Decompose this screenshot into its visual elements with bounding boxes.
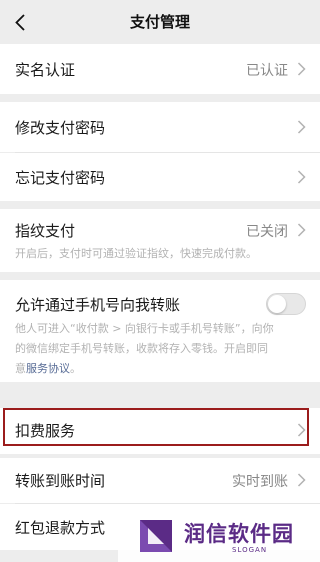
description-line: 他人可进入“收付款 > 向银行卡或手机号转账”，向你	[15, 322, 274, 335]
nav-bar: 支付管理	[0, 0, 320, 44]
chevron-right-icon	[297, 120, 306, 134]
description-prefix: 意	[15, 362, 26, 375]
fingerprint-cell[interactable]: 指纹支付 已关闭 开启后，支付时可通过验证指纹，快速完成付款。	[0, 209, 320, 272]
description-line: 的微信绑定手机号转账，收款将存入零钱。开启即同	[15, 342, 268, 355]
description-line: 意服务协议。	[15, 359, 300, 379]
chevron-right-icon	[297, 473, 306, 487]
phone-transfer-label: 允许通过手机号向我转账	[15, 296, 181, 314]
chevron-right-icon	[297, 223, 306, 237]
chevron-left-icon	[15, 13, 25, 31]
chevron-right-icon	[297, 62, 306, 76]
phone-transfer-toggle[interactable]	[266, 293, 306, 315]
realname-status: 已认证	[246, 63, 288, 79]
arrival-time-cell[interactable]: 转账到账时间 实时到账	[0, 458, 320, 503]
change-password-label: 修改支付密码	[15, 119, 106, 137]
arrival-time-label: 转账到账时间	[15, 472, 106, 490]
fingerprint-description: 开启后，支付时可通过验证指纹，快速完成付款。	[15, 247, 257, 260]
description-suffix: 。	[70, 362, 81, 375]
watermark: 润信软件园 SLOGAN	[118, 510, 320, 562]
service-agreement-link[interactable]: 服务协议	[26, 362, 70, 375]
deduction-service-label: 扣费服务	[15, 422, 76, 440]
chevron-right-icon	[297, 170, 306, 184]
watermark-name: 润信软件园	[184, 522, 294, 546]
chevron-right-icon	[297, 423, 306, 437]
redpacket-refund-label: 红包退款方式	[15, 519, 106, 537]
back-button[interactable]	[2, 0, 38, 44]
phone-transfer-description: 他人可进入“收付款 > 向银行卡或手机号转账”，向你 的微信绑定手机号转账，收款…	[15, 319, 300, 379]
fingerprint-status: 已关闭	[246, 224, 288, 240]
forgot-password-cell[interactable]: 忘记支付密码	[0, 153, 320, 201]
page-title: 支付管理	[129, 13, 190, 31]
deduction-service-cell[interactable]: 扣费服务	[0, 408, 320, 454]
toggle-knob	[268, 295, 286, 313]
fingerprint-label: 指纹支付	[15, 222, 76, 240]
realname-label: 实名认证	[15, 61, 76, 79]
watermark-logo-icon	[140, 520, 172, 552]
watermark-slogan: SLOGAN	[232, 546, 268, 554]
forgot-password-label: 忘记支付密码	[15, 169, 106, 187]
realname-cell[interactable]: 实名认证 已认证	[0, 44, 320, 94]
arrival-time-value: 实时到账	[232, 474, 288, 490]
change-password-cell[interactable]: 修改支付密码	[0, 102, 320, 152]
phone-transfer-cell: 允许通过手机号向我转账 他人可进入“收付款 > 向银行卡或手机号转账”，向你 的…	[0, 280, 320, 382]
